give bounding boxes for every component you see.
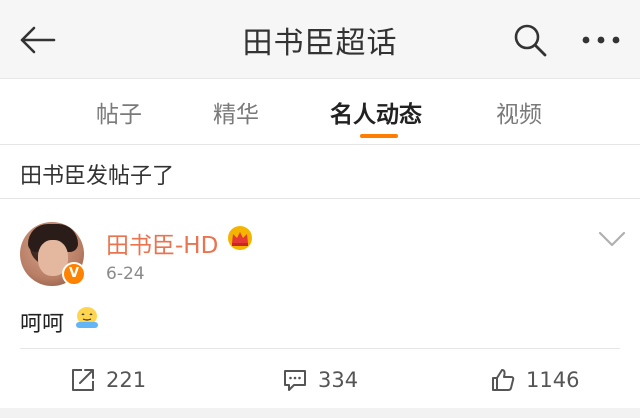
top-bar: 田书臣超话 bbox=[0, 0, 640, 78]
post-card[interactable]: V 田书臣-HD 6-24 呵呵 221 334 1146 bbox=[0, 200, 640, 408]
like-count: 1146 bbox=[526, 368, 580, 392]
tab-featured[interactable]: 精华 bbox=[213, 95, 259, 129]
divider bbox=[0, 198, 640, 199]
share-icon bbox=[72, 369, 94, 391]
chevron-down-icon[interactable] bbox=[598, 230, 626, 248]
post-actions: 221 334 1146 bbox=[0, 360, 640, 400]
search-icon[interactable] bbox=[512, 22, 548, 58]
notice-text: 田书臣发帖子了 bbox=[20, 164, 175, 189]
divider bbox=[0, 144, 640, 145]
author-name[interactable]: 田书臣-HD bbox=[106, 226, 218, 260]
tab-videos[interactable]: 视频 bbox=[496, 95, 542, 129]
thumbs-up-icon bbox=[492, 369, 515, 391]
bottom-spacer bbox=[0, 408, 640, 418]
post-content: 呵呵 bbox=[20, 312, 65, 337]
divider bbox=[20, 348, 620, 349]
tab-celebrity-updates[interactable]: 名人动态 bbox=[330, 95, 422, 129]
post-date: 6-24 bbox=[106, 264, 145, 284]
shrug-emoji-icon bbox=[76, 307, 98, 328]
crown-icon bbox=[228, 226, 252, 250]
share-count: 221 bbox=[106, 368, 147, 392]
tab-bar: 帖子 精华 名人动态 视频 bbox=[0, 78, 640, 144]
verified-badge-icon: V bbox=[62, 262, 86, 286]
tab-posts[interactable]: 帖子 bbox=[96, 95, 142, 129]
more-options-icon[interactable] bbox=[580, 30, 622, 50]
comment-icon bbox=[284, 370, 306, 391]
comment-count: 334 bbox=[318, 368, 359, 392]
active-tab-indicator bbox=[360, 134, 398, 138]
